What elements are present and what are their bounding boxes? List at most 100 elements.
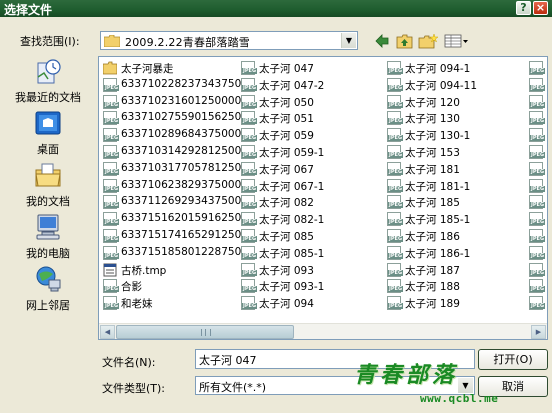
title-bar[interactable]: 选择文件 ? ×: [0, 0, 552, 17]
jpeg-file-icon: [241, 245, 258, 260]
file-name: 633715162015916250: [121, 212, 242, 225]
jpeg-file-icon: [529, 262, 546, 277]
jpeg-file-icon: [529, 195, 546, 210]
new-folder-icon[interactable]: [418, 33, 438, 49]
place-desktop[interactable]: 桌面: [6, 107, 90, 157]
file-name: 太子河 085-1: [259, 247, 325, 260]
file-name: 633710314292812500a: [121, 145, 248, 157]
jpeg-file-icon: [529, 229, 546, 243]
view-menu-icon[interactable]: [444, 33, 469, 49]
jpeg-file-icon: [241, 262, 258, 277]
folder-icon: [102, 61, 118, 75]
watermark-logo: 青春部落: [354, 362, 459, 388]
jpeg-file-icon: [241, 94, 258, 109]
scrollbar-thumb[interactable]: [116, 325, 294, 339]
jpeg-file-icon: [387, 279, 404, 294]
jpeg-file-icon: [529, 161, 546, 176]
file-name: 太子河 067: [259, 163, 314, 176]
back-arrow-icon[interactable]: [374, 33, 390, 49]
recent-documents-icon: [37, 59, 61, 84]
file-name: 太子河 185: [405, 197, 460, 210]
place-my-documents[interactable]: 我的文档: [6, 159, 90, 209]
file-name: 633710228237343750a: [121, 77, 248, 90]
scroll-right-arrow-icon[interactable]: ▶: [531, 325, 546, 339]
jpeg-file-icon: [241, 145, 258, 159]
jpeg-file-icon: [387, 77, 404, 92]
jpeg-file-icon: [387, 212, 404, 227]
place-label: 我最近的文档: [15, 91, 81, 104]
jpeg-file-icon: [103, 161, 120, 176]
jpeg-file-icon: [241, 77, 258, 92]
jpeg-file-icon: [387, 61, 404, 75]
file-name: 633710275590156250a: [121, 111, 248, 124]
jpeg-file-icon: [103, 178, 120, 193]
places-bar: 我最近的文档 桌面 我的文档 我的电脑 网上邻居: [6, 55, 90, 315]
look-in-value: 2009.2.22青春部落踏雪: [125, 36, 250, 49]
jpeg-file-icon: [529, 145, 546, 159]
place-label: 我的电脑: [26, 247, 70, 260]
file-name: 太子河 051: [259, 113, 314, 126]
file-name: 太子河 188: [405, 281, 460, 294]
file-name: 太子河 059: [259, 130, 314, 143]
jpeg-file-icon: [529, 245, 546, 260]
file-name: 太子河 082-1: [259, 214, 325, 227]
jpeg-file-icon: [529, 212, 546, 227]
jpeg-file-icon: [241, 178, 258, 193]
place-label: 我的文档: [26, 195, 70, 208]
file-name: 太子河 181-1: [405, 180, 471, 193]
jpeg-file-icon: [387, 94, 404, 109]
jpeg-file-icon: [241, 195, 258, 210]
jpeg-file-icon: [529, 111, 546, 126]
jpeg-file-icon: [241, 61, 258, 75]
file-name: 太子河 082: [259, 197, 314, 210]
chevron-down-icon[interactable]: ▼: [458, 378, 473, 393]
file-type-label: 文件类型(T):: [102, 382, 166, 395]
jpeg-file-icon: [241, 279, 258, 294]
help-button[interactable]: ?: [516, 1, 531, 15]
file-name: 太子河 067-1: [259, 180, 325, 193]
file-name: 太子河 130: [405, 113, 460, 126]
open-button[interactable]: 打开(O): [478, 349, 548, 370]
place-my-computer[interactable]: 我的电脑: [6, 211, 90, 261]
file-name: 太子河 094: [259, 298, 314, 311]
file-name-label: 文件名(N):: [102, 356, 156, 369]
file-name: 633710317705781250a: [121, 161, 248, 174]
file-name: 太子河 186-1: [405, 247, 471, 260]
jpeg-file-icon: [103, 94, 120, 109]
jpeg-file-icon: [529, 296, 546, 311]
file-name: 太子河 186: [405, 231, 460, 243]
jpeg-file-icon: [387, 296, 404, 311]
jpeg-file-icon: [529, 178, 546, 193]
file-name: 合影: [121, 281, 142, 294]
place-recent-documents[interactable]: 我最近的文档: [6, 55, 90, 105]
up-folder-icon[interactable]: [396, 33, 413, 49]
jpeg-file-icon: [103, 279, 120, 294]
file-name: 太子河 047: [259, 63, 314, 75]
jpeg-file-icon: [103, 145, 120, 159]
file-name: 633710289684375000a: [121, 128, 248, 141]
jpeg-file-icon: [387, 245, 404, 260]
window-title: 选择文件: [4, 3, 53, 17]
file-list[interactable]: 太子河暴走 633710228237343750a 6337102316012500…: [98, 56, 548, 340]
folder-icon: [104, 35, 120, 47]
place-label: 网上邻居: [26, 299, 70, 312]
file-name: 633710231601250000a: [121, 94, 248, 107]
jpeg-file-icon: [103, 195, 120, 210]
scroll-left-arrow-icon[interactable]: ◀: [100, 325, 115, 339]
jpeg-file-icon: [529, 94, 546, 109]
chevron-down-icon[interactable]: ▼: [341, 33, 356, 48]
file-name: 633710623829375000a: [121, 178, 248, 191]
jpeg-file-icon: [103, 77, 120, 92]
file-name: 太子河 085: [259, 231, 314, 243]
jpeg-file-icon: [103, 212, 120, 227]
close-button[interactable]: ×: [533, 1, 548, 15]
jpeg-file-icon: [241, 161, 258, 176]
file-name: 太子河暴走: [121, 63, 174, 75]
place-network[interactable]: 网上邻居: [6, 263, 90, 313]
look-in-dropdown[interactable]: 2009.2.22青春部落踏雪 ▼: [100, 31, 358, 50]
file-name: 633711269293437500: [121, 195, 242, 208]
horizontal-scrollbar[interactable]: ◀ ▶: [99, 323, 547, 339]
file-name: 太子河 059-1: [259, 147, 325, 159]
network-places-icon: [36, 266, 61, 292]
jpeg-file-icon: [241, 296, 258, 311]
